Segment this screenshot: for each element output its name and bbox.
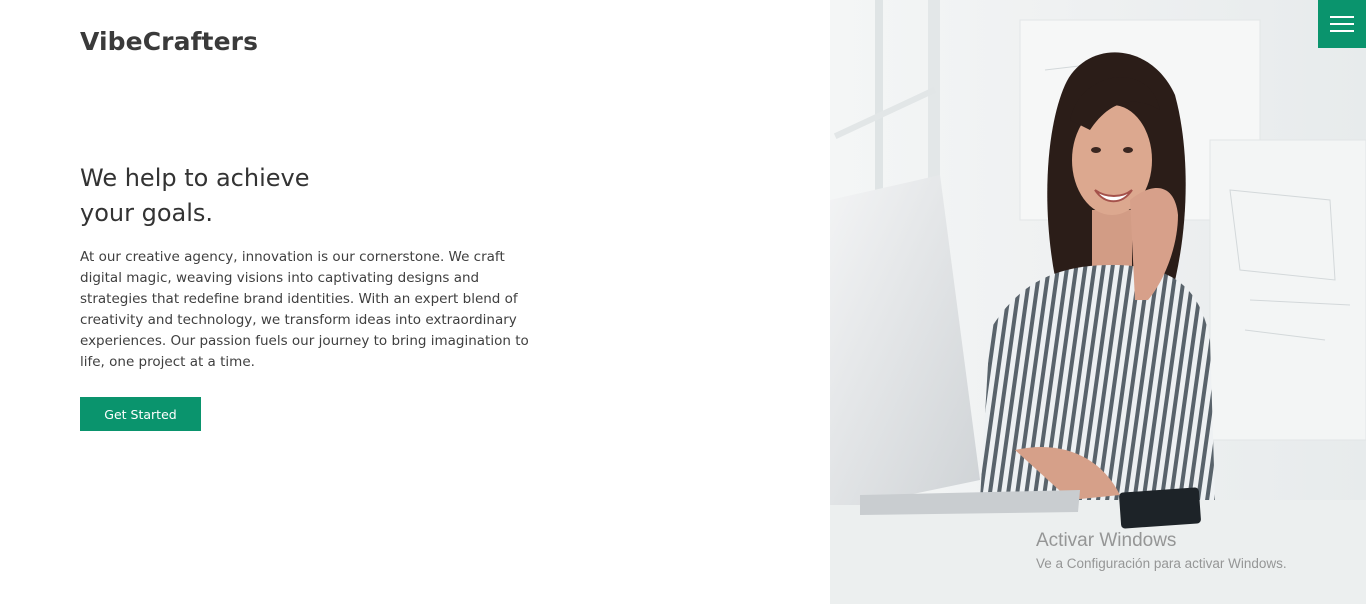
hero-description: At our creative agency, innovation is ou… xyxy=(80,249,529,370)
brand-logo[interactable]: VibeCrafters xyxy=(80,27,258,56)
get-started-button[interactable]: Get Started xyxy=(80,397,201,431)
hero-title: We help to achieve your goals. xyxy=(80,161,380,231)
menu-bar-icon xyxy=(1330,23,1354,25)
watermark-subtitle: Ve a Configuración para activar Windows. xyxy=(1036,556,1287,571)
hero-title-line2: your goals. xyxy=(80,199,214,227)
hamburger-menu-button[interactable] xyxy=(1318,0,1366,48)
windows-activation-watermark: Activar Windows Ve a Configuración para … xyxy=(1036,530,1287,574)
hero-image xyxy=(830,0,1366,604)
menu-bar-icon xyxy=(1330,16,1354,18)
menu-bar-icon xyxy=(1330,30,1354,32)
hero-photo-illustration xyxy=(830,0,1366,604)
hero-title-line1: We help to achieve xyxy=(80,164,310,192)
landing-page: VibeCrafters We help to achieve your goa… xyxy=(0,0,1366,604)
watermark-title: Activar Windows xyxy=(1036,530,1177,551)
